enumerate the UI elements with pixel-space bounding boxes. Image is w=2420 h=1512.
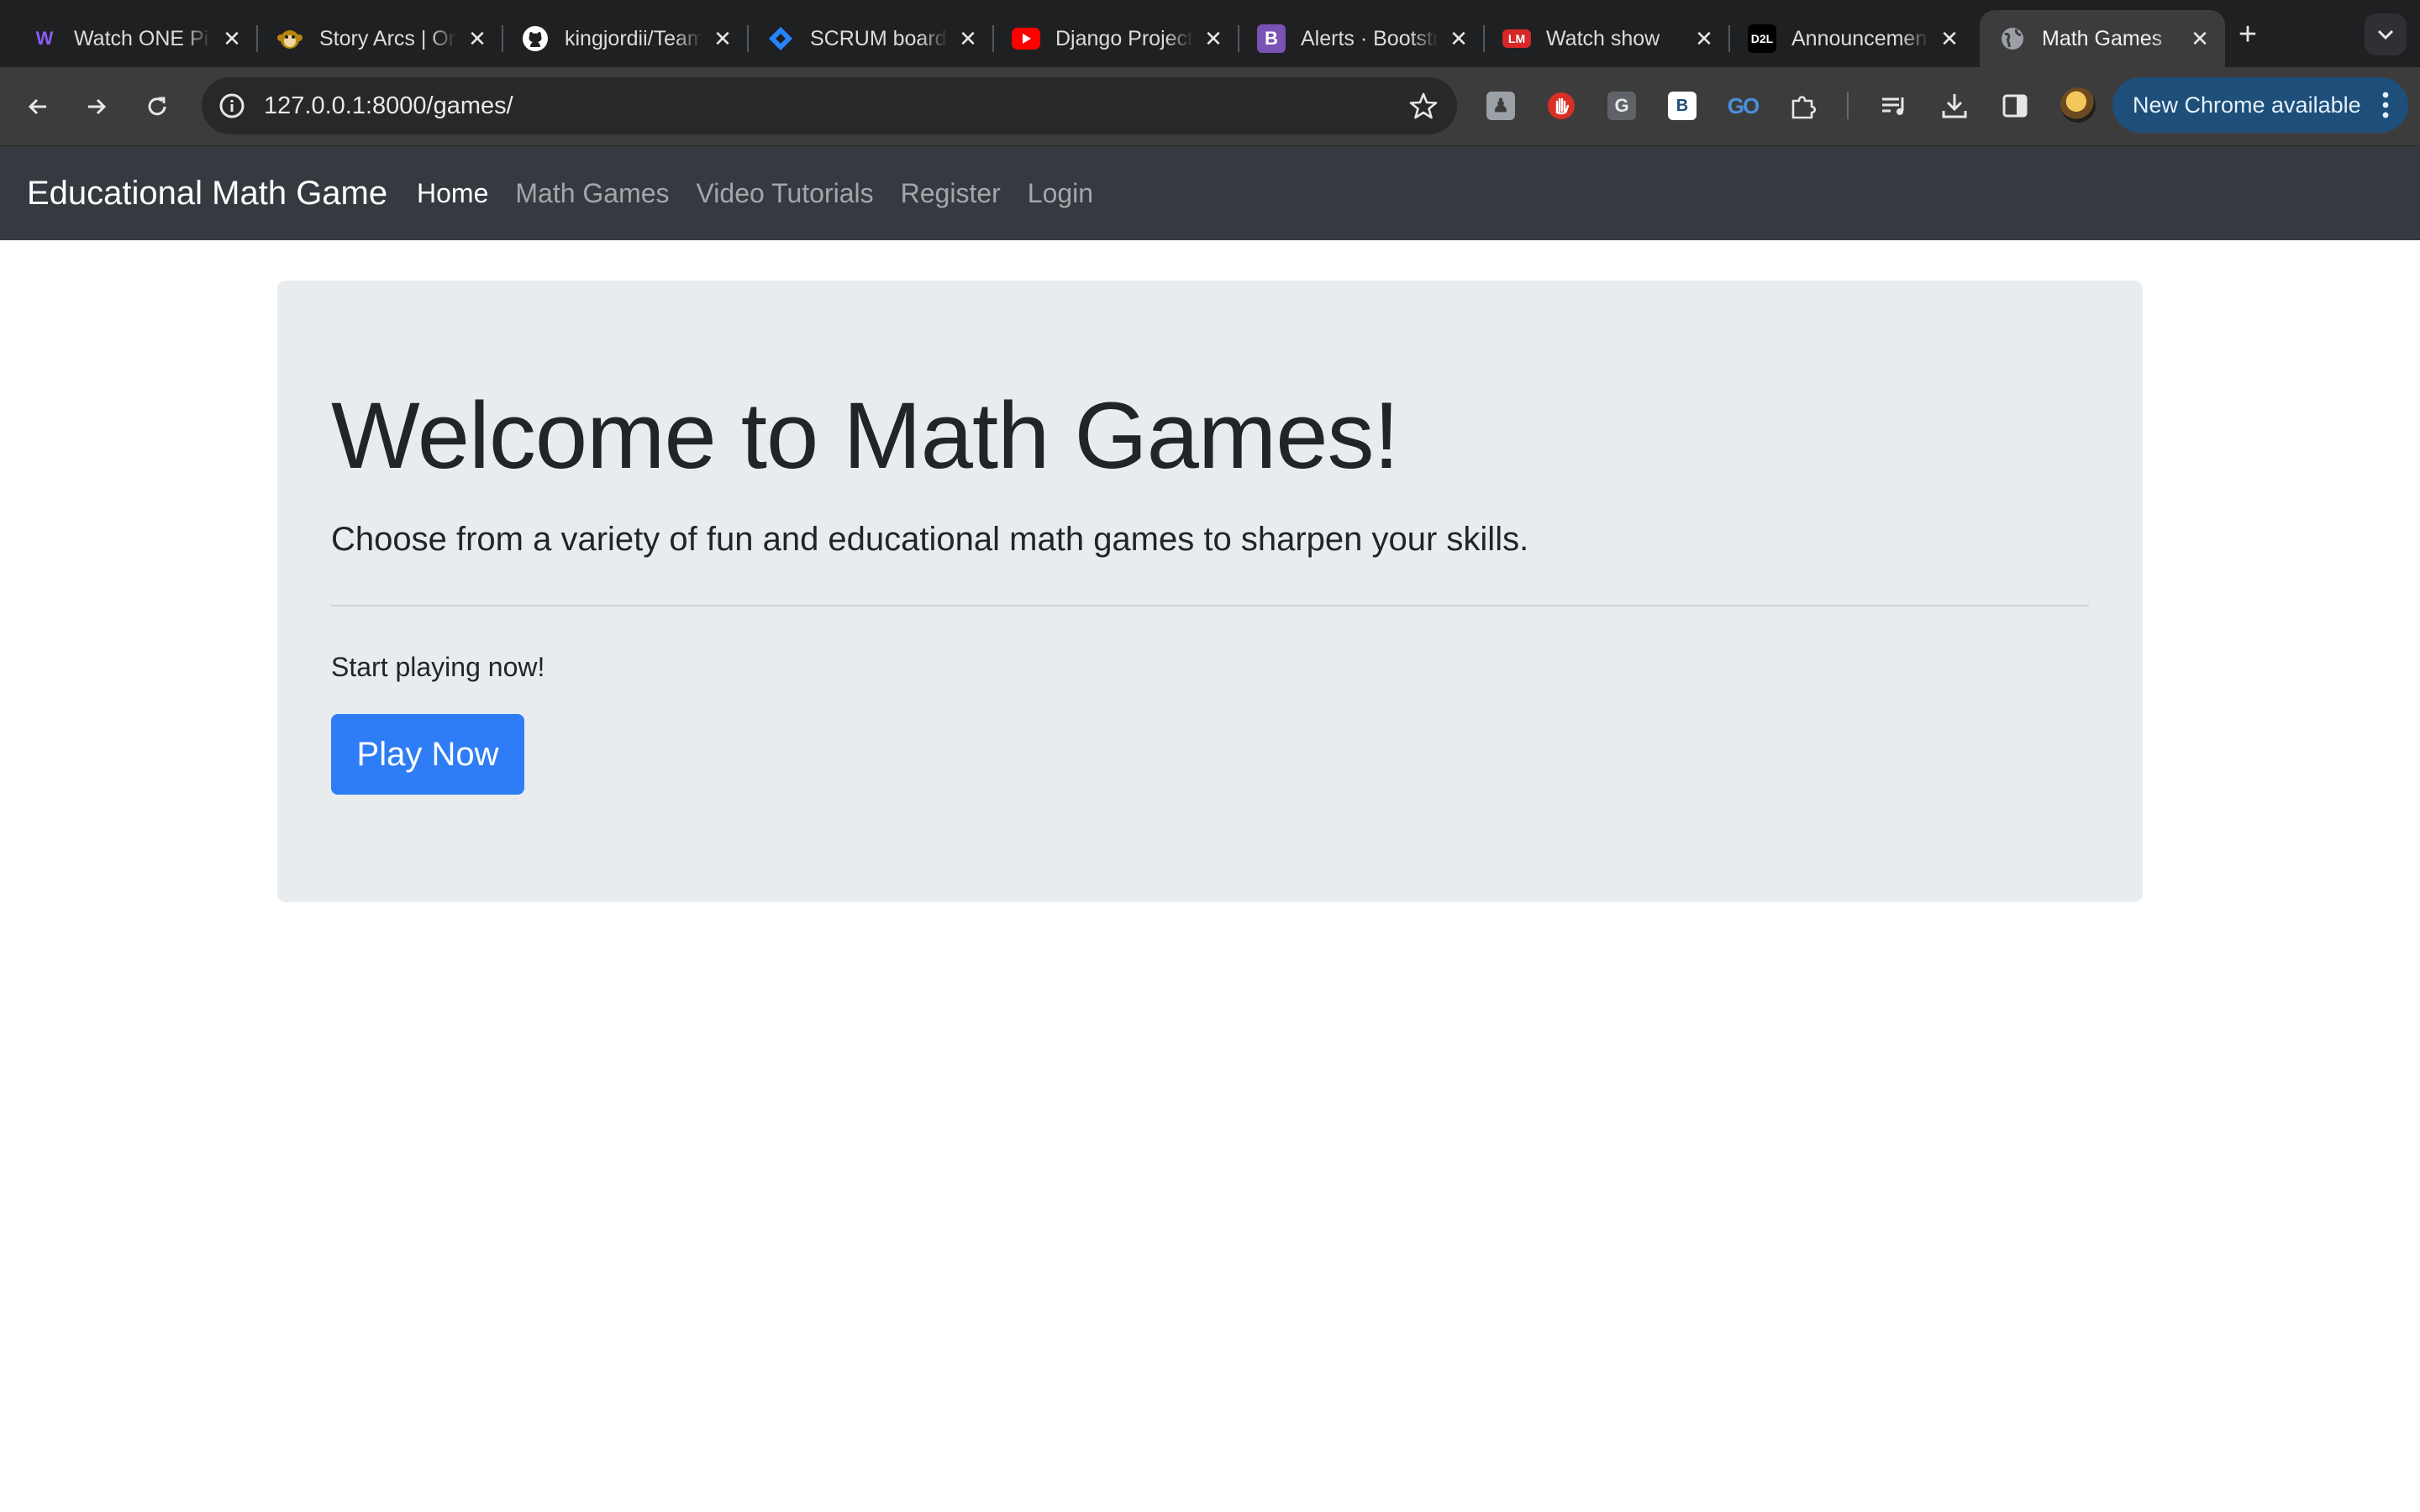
navbar-brand[interactable]: Educational Math Game [27, 146, 387, 240]
nav-link-register[interactable]: Register [901, 178, 1001, 209]
tab-watch-show[interactable]: LM Watch show ✕ [1484, 10, 1730, 67]
hero-lead: Choose from a variety of fun and educati… [331, 521, 1529, 558]
tab-title: Django Project [1055, 26, 1193, 50]
tab-title: Alerts · Bootstrap [1301, 26, 1439, 50]
tab-django-project[interactable]: Django Project ✕ [993, 10, 1239, 67]
update-chrome-button[interactable]: New Chrome available [2112, 77, 2408, 133]
go-ext-icon[interactable]: GO [1726, 89, 1760, 123]
tab-title: Story Arcs | One Piece [319, 26, 457, 50]
jira-icon [766, 24, 795, 53]
download-icon[interactable] [1938, 89, 1971, 123]
new-tab-button[interactable]: + [2228, 15, 2267, 54]
close-icon[interactable]: ✕ [464, 25, 491, 52]
media-queue-icon[interactable] [1877, 89, 1911, 123]
side-panel-icon[interactable] [1998, 89, 2032, 123]
nav-link-home[interactable]: Home [417, 178, 488, 209]
forward-button[interactable] [76, 86, 118, 128]
figure-ext-icon[interactable]: ♟ [1484, 89, 1518, 123]
nav-link-login[interactable]: Login [1028, 178, 1093, 209]
close-icon[interactable]: ✕ [1691, 25, 1718, 52]
w-logo-icon: W [35, 28, 54, 49]
close-icon[interactable]: ✕ [955, 25, 981, 52]
tab-watch-one-piece[interactable]: W Watch ONE Piece ✕ [12, 10, 258, 67]
close-icon[interactable]: ✕ [1200, 25, 1227, 52]
lm-icon: LM [1502, 29, 1531, 48]
hand-stop-icon [1548, 92, 1575, 119]
hand-ext-icon[interactable] [1544, 89, 1578, 123]
youtube-icon [1012, 24, 1040, 53]
tab-announcements[interactable]: D2L Announcements ✕ [1729, 10, 1975, 67]
forward-arrow-icon [88, 98, 107, 115]
profile-avatar[interactable] [2060, 87, 2096, 123]
play-now-button[interactable]: Play Now [331, 714, 524, 795]
go-ext-badge: GO [1727, 92, 1760, 118]
close-icon[interactable]: ✕ [2186, 25, 2213, 52]
hero-heading: Welcome to Math Games! [331, 383, 1400, 488]
b-ext-icon[interactable]: B [1665, 89, 1699, 123]
close-icon[interactable]: ✕ [1445, 25, 1472, 52]
toolbar-separator [1847, 92, 1849, 119]
globe-icon [1998, 24, 2027, 53]
close-icon[interactable]: ✕ [218, 25, 245, 52]
tab-math-games[interactable]: Math Games ✕ [1980, 10, 2225, 67]
g-ext-badge: G [1607, 92, 1636, 120]
tab-strip: W Watch ONE Piece ✕ Story Arcs | One Pie… [0, 0, 2420, 67]
url-text[interactable]: 127.0.0.1:8000/games/ [264, 77, 513, 134]
site-navbar: Educational Math Game Home Math Games Vi… [0, 146, 2420, 240]
hero-cta-text: Start playing now! [331, 652, 545, 682]
tab-title: Watch show [1546, 26, 1660, 50]
browser-toolbar: 127.0.0.1:8000/games/ [0, 67, 2420, 146]
g-ext-icon[interactable]: G [1605, 89, 1639, 123]
b-ext-badge: B [1668, 92, 1697, 120]
nav-link-math-games[interactable]: Math Games [515, 178, 669, 209]
tab-title: Watch ONE Piece [74, 26, 212, 50]
tab-story-arcs[interactable]: Story Arcs | One Piece ✕ [257, 10, 503, 67]
tab-github[interactable]: kingjordii/Team ✕ [502, 10, 749, 67]
figure-ext-badge: ♟ [1486, 92, 1515, 120]
tab-scrum-board[interactable]: SCRUM board ✕ [748, 10, 994, 67]
back-button[interactable] [17, 86, 59, 128]
bookmark-star-icon[interactable] [1407, 89, 1440, 123]
site-info-icon[interactable] [215, 89, 249, 123]
tab-title: SCRUM board [810, 26, 947, 50]
monkey-icon [276, 24, 304, 53]
d2l-icon: D2L [1748, 24, 1776, 53]
address-bar[interactable]: 127.0.0.1:8000/games/ [202, 77, 1457, 134]
tab-alerts-bootstrap[interactable]: B Alerts · Bootstrap ✕ [1239, 10, 1485, 67]
hero-jumbotron: Welcome to Math Games! Choose from a var… [277, 281, 2143, 902]
nav-link-video-tutorials[interactable]: Video Tutorials [697, 178, 874, 209]
reload-icon [148, 97, 166, 116]
puzzle-icon[interactable] [1786, 89, 1820, 123]
github-icon [521, 24, 550, 53]
back-arrow-icon [28, 98, 46, 115]
kebab-menu-icon[interactable] [2381, 91, 2390, 125]
reload-button[interactable] [136, 86, 178, 128]
tab-title: Announcements [1791, 26, 1929, 50]
hero-divider [331, 605, 2089, 606]
update-chip-label: New Chrome available [2133, 92, 2361, 118]
tab-title: Math Games [2042, 26, 2163, 50]
navbar-links: Home Math Games Video Tutorials Register… [417, 146, 1120, 240]
bootstrap-icon: B [1257, 24, 1286, 53]
tab-title: kingjordii/Team [565, 26, 702, 50]
close-icon[interactable]: ✕ [1936, 25, 1963, 52]
close-icon[interactable]: ✕ [709, 25, 736, 52]
tab-search-button[interactable] [2365, 13, 2407, 55]
